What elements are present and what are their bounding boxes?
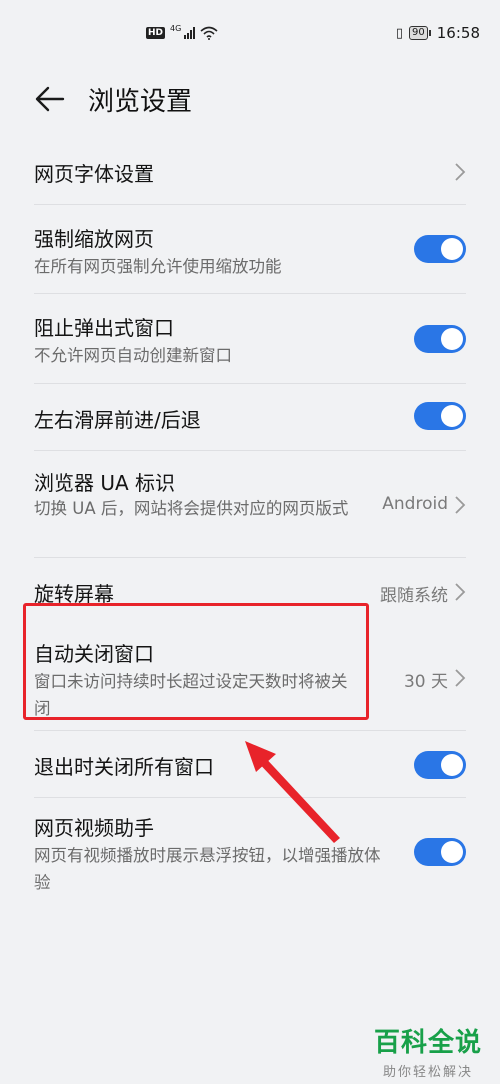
- page-title: 浏览设置: [88, 87, 193, 117]
- setting-ua-value: Android: [382, 494, 448, 514]
- setting-close-on-exit: 退出时关闭所有窗口: [0, 731, 500, 797]
- block-popups-toggle[interactable]: [414, 325, 466, 353]
- chevron-right-icon: [455, 496, 466, 514]
- chevron-right-icon: [455, 669, 466, 687]
- video-helper-toggle[interactable]: [414, 838, 466, 866]
- setting-auto-close-value: 30 天: [403, 672, 448, 692]
- arrow-left-icon[interactable]: [34, 83, 66, 115]
- battery-level: 90: [409, 26, 428, 40]
- watermark-brand: 百科全说: [373, 1028, 482, 1058]
- setting-font-title: 网页字体设置: [34, 162, 154, 186]
- setting-force-zoom-subtitle: 在所有网页强制允许使用缩放功能: [34, 257, 282, 276]
- header: 浏览设置: [0, 75, 500, 125]
- chevron-right-icon: [455, 583, 466, 601]
- highlight-annotation-box: [23, 603, 369, 720]
- watermark-logo: 百科全说 助你轻松解决: [374, 1022, 482, 1080]
- signal-icon: [184, 27, 196, 39]
- vibrate-icon: ▯: [395, 25, 404, 41]
- status-bar: HD 4G ▯ 90 16:58: [0, 0, 500, 70]
- network-type-label: 4G: [170, 23, 182, 33]
- setting-video-helper-title: 网页视频助手: [34, 816, 154, 840]
- chevron-right-icon: [455, 163, 466, 181]
- setting-font[interactable]: 网页字体设置: [0, 140, 500, 205]
- setting-force-zoom: 强制缩放网页 在所有网页强制允许使用缩放功能: [0, 205, 500, 293]
- setting-block-popups-title: 阻止弹出式窗口: [34, 316, 174, 340]
- setting-swipe-nav: 左右滑屏前进/后退: [0, 384, 500, 450]
- force-zoom-toggle[interactable]: [414, 235, 466, 263]
- watermark-tagline: 助你轻松解决: [382, 1065, 473, 1080]
- setting-ua-title: 浏览器 UA 标识: [34, 471, 176, 495]
- hd-icon: HD: [146, 27, 166, 39]
- battery-icon: 90: [409, 26, 431, 40]
- swipe-nav-toggle[interactable]: [414, 402, 466, 430]
- setting-block-popups: 阻止弹出式窗口 不允许网页自动创建新窗口: [0, 294, 500, 383]
- status-left-icons: HD 4G: [146, 23, 218, 40]
- setting-video-helper: 网页视频助手 网页有视频播放时展示悬浮按钮，以增强播放体验: [0, 798, 500, 904]
- setting-ua-subtitle: 切换 UA 后，网站将会提供对应的网页版式: [34, 499, 349, 518]
- setting-rotate-value: 跟随系统: [380, 586, 448, 606]
- setting-video-helper-subtitle: 网页有视频播放时展示悬浮按钮，以增强播放体验: [34, 846, 381, 892]
- wifi-icon: [200, 26, 218, 40]
- setting-ua[interactable]: 浏览器 UA 标识 切换 UA 后，网站将会提供对应的网页版式 Android: [0, 451, 500, 557]
- status-right-icons: ▯ 90 16:58: [396, 24, 480, 42]
- close-on-exit-toggle[interactable]: [414, 751, 466, 779]
- clock: 16:58: [436, 24, 480, 42]
- setting-close-on-exit-title: 退出时关闭所有窗口: [34, 755, 214, 779]
- setting-force-zoom-title: 强制缩放网页: [34, 227, 154, 251]
- setting-block-popups-subtitle: 不允许网页自动创建新窗口: [34, 346, 232, 365]
- setting-swipe-nav-title: 左右滑屏前进/后退: [34, 408, 201, 432]
